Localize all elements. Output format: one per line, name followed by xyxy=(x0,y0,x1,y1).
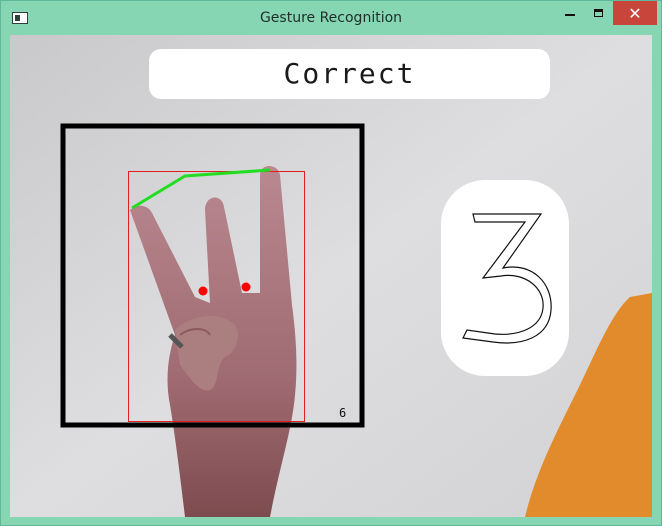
defect-point xyxy=(198,286,208,296)
maximize-button[interactable] xyxy=(585,1,611,25)
minimize-icon xyxy=(565,14,575,16)
title-bar[interactable]: Gesture Recognition ✕ xyxy=(1,1,661,35)
finger-count-label: 6 xyxy=(339,406,347,420)
result-banner: Correct xyxy=(149,49,550,99)
app-window: Gesture Recognition ✕ Correct 6 xyxy=(0,0,662,526)
close-button[interactable]: ✕ xyxy=(613,1,657,25)
maximize-icon xyxy=(593,9,603,17)
predicted-digit-glyph xyxy=(462,213,552,344)
minimize-button[interactable] xyxy=(557,1,583,25)
defect-point xyxy=(241,282,251,292)
predicted-digit-card: 3 xyxy=(441,180,569,376)
close-icon: ✕ xyxy=(628,3,642,23)
camera-view: Correct 3 6 xyxy=(10,35,652,517)
